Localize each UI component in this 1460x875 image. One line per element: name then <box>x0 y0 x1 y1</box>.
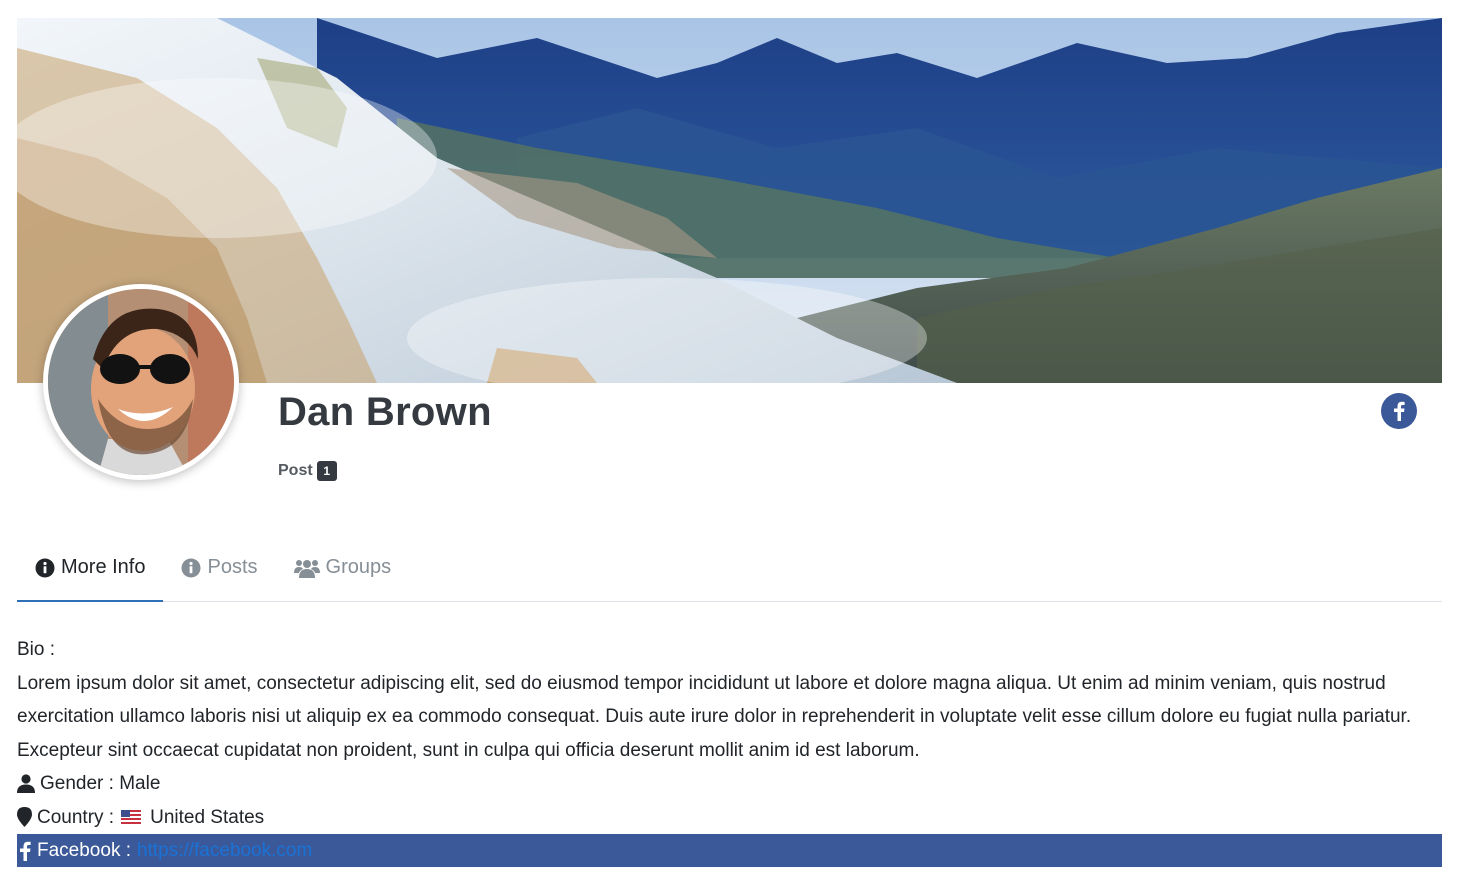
more-info-panel: Bio : Lorem ipsum dolor sit amet, consec… <box>17 633 1447 867</box>
facebook-link[interactable]: https://facebook.com <box>137 834 312 868</box>
tab-groups[interactable]: Groups <box>276 534 410 601</box>
profile-tabs: More Info Posts Groups <box>17 534 1442 602</box>
cover-photo <box>17 18 1442 383</box>
users-icon <box>293 559 320 578</box>
gender-text: Gender : Male <box>40 773 161 794</box>
info-circle-icon <box>35 558 55 577</box>
country-row: Country : United States <box>17 801 1447 835</box>
post-label: Post <box>278 462 313 479</box>
user-icon <box>17 774 35 794</box>
post-count-badge: 1 <box>316 461 337 481</box>
us-flag-icon <box>121 810 142 825</box>
facebook-label: Facebook : <box>37 839 131 861</box>
country-value: United States <box>150 806 265 828</box>
gender-row: Gender : Male <box>17 767 1447 801</box>
avatar <box>43 284 239 480</box>
map-marker-icon <box>17 807 32 828</box>
facebook-icon <box>1394 401 1405 421</box>
country-label: Country : <box>37 806 115 828</box>
info-circle-icon <box>181 558 201 577</box>
facebook-button[interactable] <box>1381 393 1417 429</box>
bio-label: Bio : <box>17 639 56 660</box>
tab-label: Groups <box>325 556 392 578</box>
facebook-icon <box>20 841 31 861</box>
profile-name: Dan Brown <box>278 390 492 434</box>
tab-more-info[interactable]: More Info <box>17 534 164 602</box>
post-count: Post 1 <box>278 461 337 481</box>
tab-label: Posts <box>207 556 258 578</box>
bio-text: Lorem ipsum dolor sit amet, consectetur … <box>17 672 1412 761</box>
facebook-row: Facebook : https://facebook.com <box>17 834 1442 867</box>
tab-label: More Info <box>61 556 146 578</box>
tab-posts[interactable]: Posts <box>163 534 275 601</box>
